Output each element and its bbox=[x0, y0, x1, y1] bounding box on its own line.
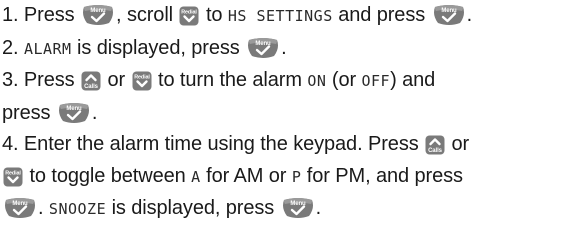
step-text: for PM, and press bbox=[301, 164, 463, 187]
step-text: . bbox=[315, 197, 322, 219]
step-text: or bbox=[446, 133, 470, 155]
lcd-text: HS SETTINGS bbox=[227, 7, 333, 25]
lcd-text: OFF bbox=[361, 72, 391, 90]
lcd-text: ALARM bbox=[23, 39, 72, 58]
step-text: or bbox=[102, 69, 131, 91]
calls-up-key-icon bbox=[425, 135, 445, 155]
step-text: to bbox=[200, 4, 228, 26]
step-text: to turn the alarm bbox=[152, 69, 308, 91]
instructions: 1. Press , scroll to HS SETTINGS and pre… bbox=[0, 0, 572, 252]
step-text: (or bbox=[326, 69, 362, 91]
step-text: . bbox=[91, 101, 98, 124]
step-text: press bbox=[2, 101, 56, 124]
redial-down-key-icon bbox=[179, 6, 199, 26]
lcd-text: SNOOZE bbox=[48, 200, 107, 218]
step-text: and press bbox=[332, 4, 431, 26]
step-text: ) and bbox=[390, 69, 436, 91]
step-4-cont2: . SNOOZE is displayed, press . bbox=[2, 193, 572, 226]
step-text: is displayed, press bbox=[106, 197, 280, 219]
step-4-cont: to toggle between A for AM or P for PM, … bbox=[2, 161, 572, 194]
calls-up-key-icon bbox=[81, 71, 101, 91]
step-text: . bbox=[466, 4, 473, 26]
step-text: is displayed, press bbox=[71, 36, 246, 59]
step-1: 1. Press , scroll to HS SETTINGS and pre… bbox=[2, 0, 572, 33]
step-text: , scroll bbox=[116, 4, 179, 26]
redial-down-key-icon bbox=[3, 167, 23, 187]
lcd-text: P bbox=[291, 167, 302, 186]
step-text: to toggle between bbox=[24, 164, 192, 187]
step-text: 2. bbox=[2, 36, 24, 59]
menu-ok-key-icon bbox=[81, 4, 115, 26]
step-3: 3. Press or to turn the alarm ON (or OFF… bbox=[2, 65, 572, 98]
menu-ok-key-icon bbox=[246, 37, 280, 59]
menu-ok-key-icon bbox=[57, 102, 91, 124]
redial-down-key-icon bbox=[132, 71, 152, 91]
step-3-cont: press . bbox=[2, 98, 572, 130]
menu-ok-key-icon bbox=[432, 4, 466, 26]
lcd-text: ON bbox=[307, 72, 327, 90]
step-text: for AM or bbox=[200, 164, 292, 187]
step-text: 3. Press bbox=[2, 69, 81, 91]
lcd-text: A bbox=[191, 167, 201, 186]
step-4: 4. Enter the alarm time using the keypad… bbox=[2, 129, 572, 161]
menu-ok-key-icon bbox=[3, 197, 37, 219]
step-2: 2. ALARM is displayed, press . bbox=[2, 33, 572, 66]
step-text: . bbox=[281, 36, 287, 59]
step-text: 4. Enter the alarm time using the keypad… bbox=[2, 133, 425, 155]
menu-ok-key-icon bbox=[281, 197, 315, 219]
step-text: 1. Press bbox=[2, 4, 81, 26]
step-text: . bbox=[38, 197, 49, 219]
